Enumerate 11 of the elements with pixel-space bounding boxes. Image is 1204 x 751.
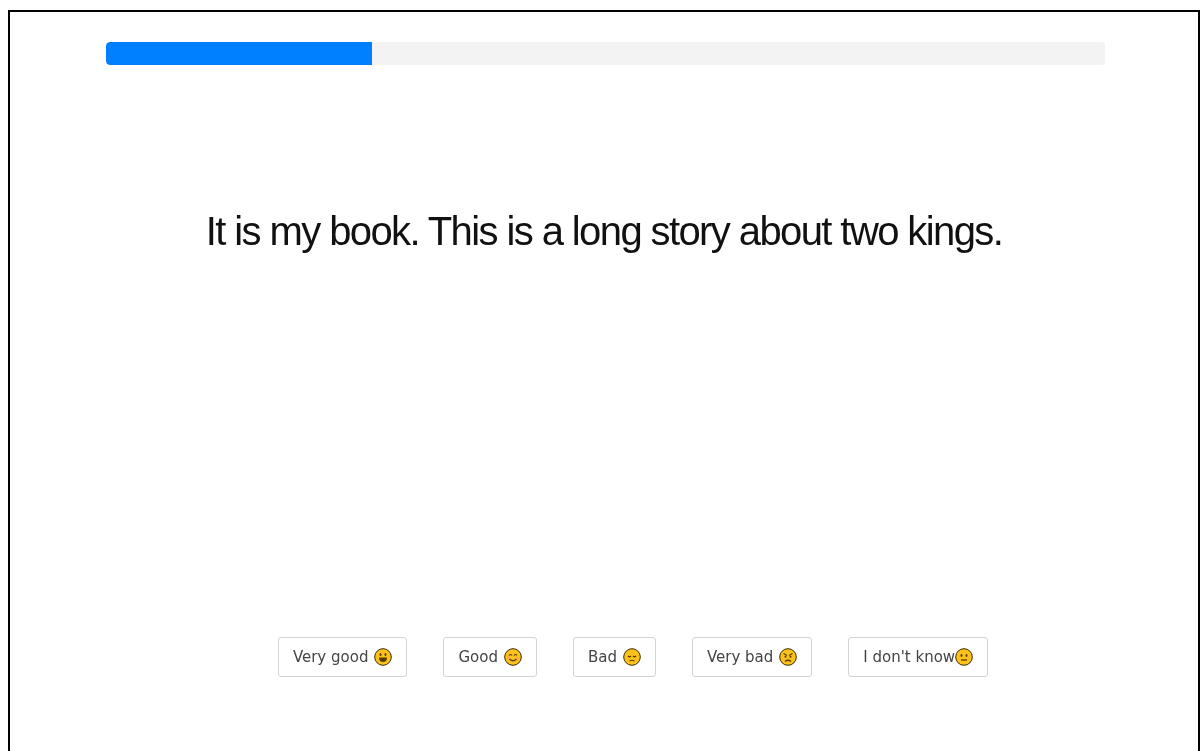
grinning-face-icon — [374, 648, 393, 666]
neutral-face-icon — [955, 648, 974, 666]
answer-button[interactable]: Very bad — [691, 637, 813, 677]
answer-button[interactable]: Good — [443, 637, 537, 677]
answer-button[interactable]: Very good — [277, 637, 408, 677]
sentence-text: It is my book. This is a long story about two kings. — [205, 208, 1003, 254]
answer-button[interactable]: I don't know — [848, 637, 989, 677]
angry-face-icon — [779, 648, 798, 666]
sad-face-icon — [622, 648, 641, 666]
smiling-face-icon — [503, 648, 522, 666]
answer-button[interactable]: Bad — [572, 637, 656, 677]
